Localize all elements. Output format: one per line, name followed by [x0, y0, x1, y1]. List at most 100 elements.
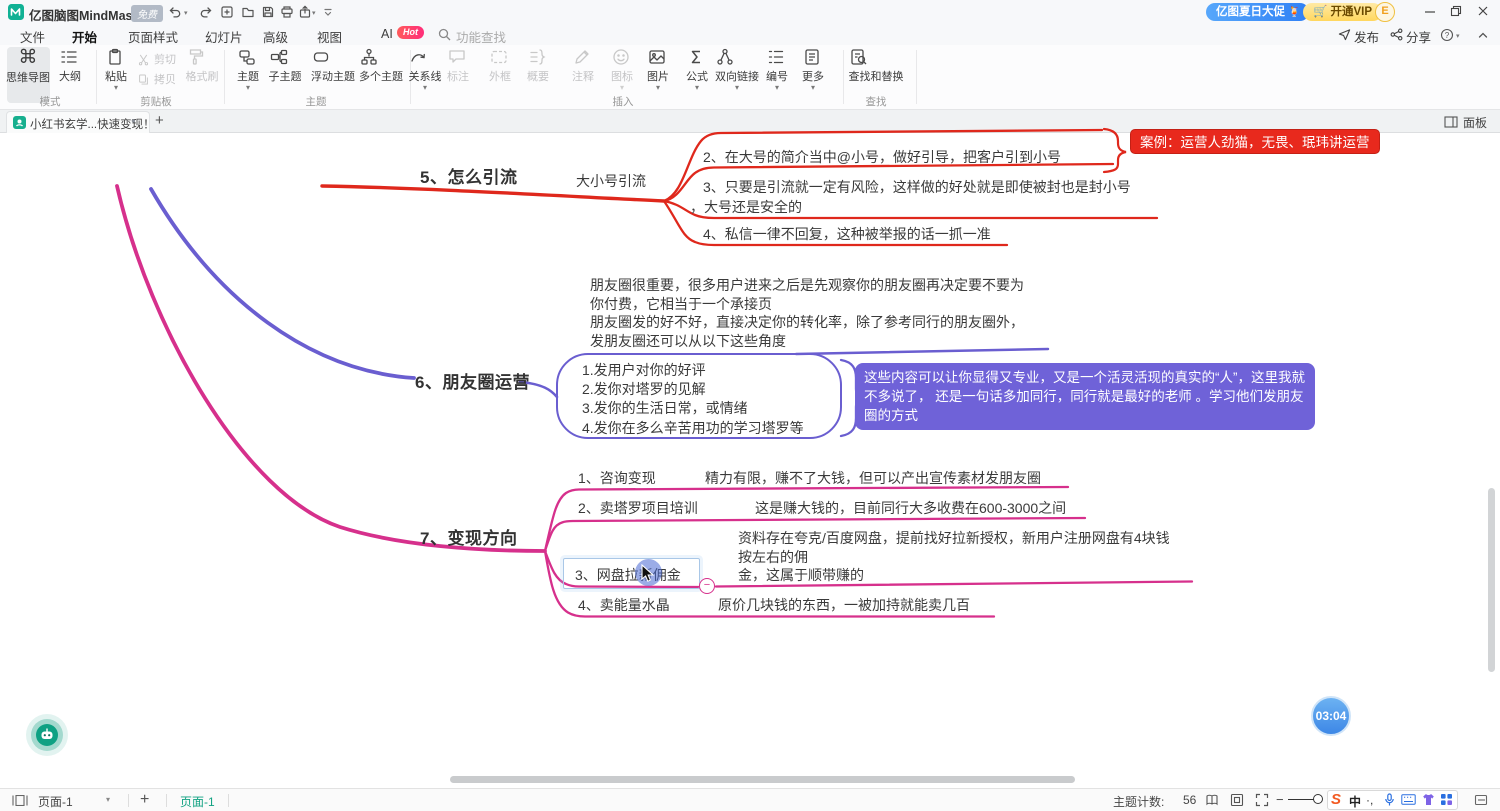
help-button[interactable]: ? — [1440, 28, 1454, 42]
collapse-ribbon-button[interactable] — [1477, 29, 1489, 41]
topic-5-item-3-line1[interactable]: 3、只要是引流就一定有风险，这样做的好处就是即使被封也是封小号 — [703, 177, 1131, 197]
panel-icon[interactable] — [1444, 116, 1458, 128]
collapse-node-button[interactable]: − — [699, 578, 715, 594]
page-selector[interactable]: 页面-1 — [38, 793, 73, 810]
fullscreen-icon[interactable] — [1255, 793, 1269, 807]
topic-7-item-3[interactable]: 3、网盘拉新佣金 — [575, 565, 681, 585]
numbering-button[interactable]: 编号 ▾ — [766, 47, 788, 91]
skin-icon[interactable] — [1422, 793, 1435, 806]
save-button[interactable] — [261, 5, 275, 19]
format-painter-button[interactable]: 格式刷 — [186, 47, 219, 84]
redo-button[interactable] — [199, 5, 213, 19]
menu-page-style[interactable]: 页面样式 — [128, 27, 178, 46]
publish-button[interactable]: 发布 — [1354, 27, 1379, 46]
topic-6-list[interactable]: 1.发用户对你的好评 2.发你对塔罗的见解 3.发你的生活日常，或情绪 4.发你… — [582, 361, 804, 438]
keyboard-icon[interactable] — [1401, 794, 1416, 805]
reading-view-icon[interactable] — [1205, 794, 1219, 806]
panel-toggle-label[interactable]: 面板 — [1463, 114, 1487, 131]
topic-button[interactable]: 主题 ▾ — [237, 47, 259, 91]
menu-file[interactable]: 文件 — [20, 27, 45, 46]
share-button[interactable]: 分享 — [1406, 27, 1431, 46]
topic-5-branch[interactable]: 大小号引流 — [576, 171, 646, 191]
copy-button[interactable]: 拷贝 — [137, 71, 176, 87]
menu-slides[interactable]: 幻灯片 — [205, 27, 243, 46]
active-page-tab[interactable]: 页面-1 — [180, 793, 215, 810]
topic-7-item-3-desc-line3[interactable]: 金，这属于顺带赚的 — [738, 565, 864, 585]
search-icon[interactable] — [438, 28, 451, 41]
zoom-slider-knob[interactable] — [1313, 794, 1323, 804]
formula-button[interactable]: 公式 ▾ — [686, 47, 708, 91]
help-caret-icon[interactable]: ▾ — [1456, 32, 1460, 40]
summary-button[interactable]: 概要 — [527, 47, 549, 84]
more-button[interactable]: 更多 ▾ — [802, 47, 824, 91]
undo-caret-icon[interactable]: ▾ — [184, 9, 188, 17]
recording-timer-badge[interactable]: 03:04 — [1311, 696, 1351, 736]
zoom-slider-track[interactable] — [1288, 799, 1316, 800]
new-tab-button[interactable]: + — [155, 112, 164, 129]
topic-5-title[interactable]: 5、怎么引流 — [420, 163, 517, 188]
topic-7-item-3-desc-line1[interactable]: 资料存在夸克/百度网盘，提前找好拉新授权，新用户注册网盘有4块钱 — [738, 528, 1170, 548]
ime-menu-grid-icon[interactable] — [1440, 793, 1453, 806]
zoom-out-button[interactable]: − — [1276, 792, 1284, 807]
promo-badge[interactable]: 亿图夏日大促 🍹 — [1206, 3, 1309, 21]
find-replace-button[interactable]: 查找和替换 — [849, 47, 904, 84]
topic-5-item-3-line2[interactable]: ，大号还是安全的 — [690, 197, 802, 217]
restore-button[interactable] — [1450, 5, 1462, 17]
topic-5-item-2[interactable]: 2、在大号的简介当中@小号，做好引导，把客户引到小号 — [703, 147, 1061, 167]
boundary-button[interactable]: 外框 — [489, 47, 511, 84]
new-file-button[interactable] — [220, 5, 234, 19]
marks-button[interactable]: 图标 ▾ — [611, 47, 633, 91]
comment-button[interactable]: 注释 — [572, 47, 594, 84]
mode-outline-button[interactable]: 大纲 — [59, 47, 81, 84]
undo-button[interactable] — [168, 5, 182, 19]
microphone-icon[interactable] — [1383, 793, 1396, 807]
topic-6-purple-callout[interactable]: 这些内容可以让你显得又专业，又是一个活灵活现的真实的“人”，这里我就不多说了， … — [855, 363, 1315, 430]
add-page-button[interactable]: + — [140, 791, 149, 809]
callout-button[interactable]: 标注 — [447, 47, 469, 84]
avatar[interactable]: E — [1375, 2, 1395, 22]
page-list-icon[interactable] — [12, 795, 28, 806]
paste-button[interactable]: 粘贴 ▾ — [105, 47, 127, 91]
topic-6-title[interactable]: 6、朋友圈运营 — [415, 368, 530, 393]
fit-page-icon[interactable] — [1230, 793, 1244, 807]
close-button[interactable] — [1477, 5, 1489, 17]
floating-topic-button[interactable]: 浮动主题 — [311, 47, 355, 84]
horizontal-scrollbar[interactable] — [450, 776, 1075, 783]
vertical-scrollbar[interactable] — [1488, 488, 1495, 672]
mode-mindmap-button[interactable]: ⌘ 思维导图 — [6, 47, 50, 85]
topic-7-title[interactable]: 7、变现方向 — [420, 524, 517, 549]
document-tab[interactable]: 小红书玄学...快速变现！ ● — [6, 111, 150, 133]
picture-button[interactable]: 图片 ▾ — [647, 47, 669, 91]
collapse-statusbar-icon[interactable] — [1474, 793, 1488, 807]
ime-punctuation[interactable]: ·, — [1366, 793, 1373, 807]
minimize-button[interactable] — [1424, 6, 1436, 18]
menu-ai[interactable]: AI — [381, 27, 393, 41]
menu-view[interactable]: 视图 — [317, 27, 342, 46]
share-icon[interactable] — [1390, 28, 1403, 41]
topic-7-item-2-desc[interactable]: 这是赚大钱的，目前同行大多收费在600-3000之间 — [755, 498, 1066, 518]
topic-7-item-1[interactable]: 1、咨询变现 — [578, 468, 656, 488]
publish-icon[interactable] — [1338, 28, 1351, 41]
export-button[interactable] — [298, 5, 312, 19]
menu-home[interactable]: 开始 — [72, 27, 97, 46]
print-button[interactable] — [280, 5, 294, 19]
topic-6-notes[interactable]: 朋友圈很重要，很多用户进来之后是先观察你的朋友圈再决定要不要为 你付费，它相当于… — [590, 276, 1024, 350]
open-file-button[interactable] — [241, 5, 255, 19]
topic-5-case-callout[interactable]: 案例：运营人劲猫，无畏、珉玮讲运营 — [1130, 129, 1380, 154]
cut-button[interactable]: 剪切 — [137, 51, 176, 67]
relationship-button[interactable]: 关系线 ▾ — [409, 47, 442, 91]
sogou-logo[interactable]: S — [1331, 791, 1341, 808]
search-input[interactable]: 功能查找 — [456, 27, 506, 46]
page-selector-caret-icon[interactable]: ▾ — [106, 795, 110, 804]
hyperlink-button[interactable]: 双向链接 ▾ — [715, 47, 759, 91]
topic-7-item-4-desc[interactable]: 原价几块钱的东西，一被加持就能卖几百 — [718, 595, 970, 615]
ai-assistant-button[interactable] — [25, 713, 69, 757]
multiple-topics-button[interactable]: 多个主题 — [359, 47, 403, 84]
menu-advanced[interactable]: 高级 — [263, 27, 288, 46]
topic-7-item-4[interactable]: 4、卖能量水晶 — [578, 595, 670, 615]
ime-mode-chinese[interactable]: 中 — [1349, 793, 1361, 810]
topic-7-item-2[interactable]: 2、卖塔罗项目培训 — [578, 498, 698, 518]
customize-toolbar-button[interactable] — [322, 6, 334, 18]
topic-5-item-4[interactable]: 4、私信一律不回复，这种被举报的话一抓一准 — [703, 224, 991, 244]
topic-7-item-3-desc-line2[interactable]: 按左右的佣 — [738, 547, 808, 567]
